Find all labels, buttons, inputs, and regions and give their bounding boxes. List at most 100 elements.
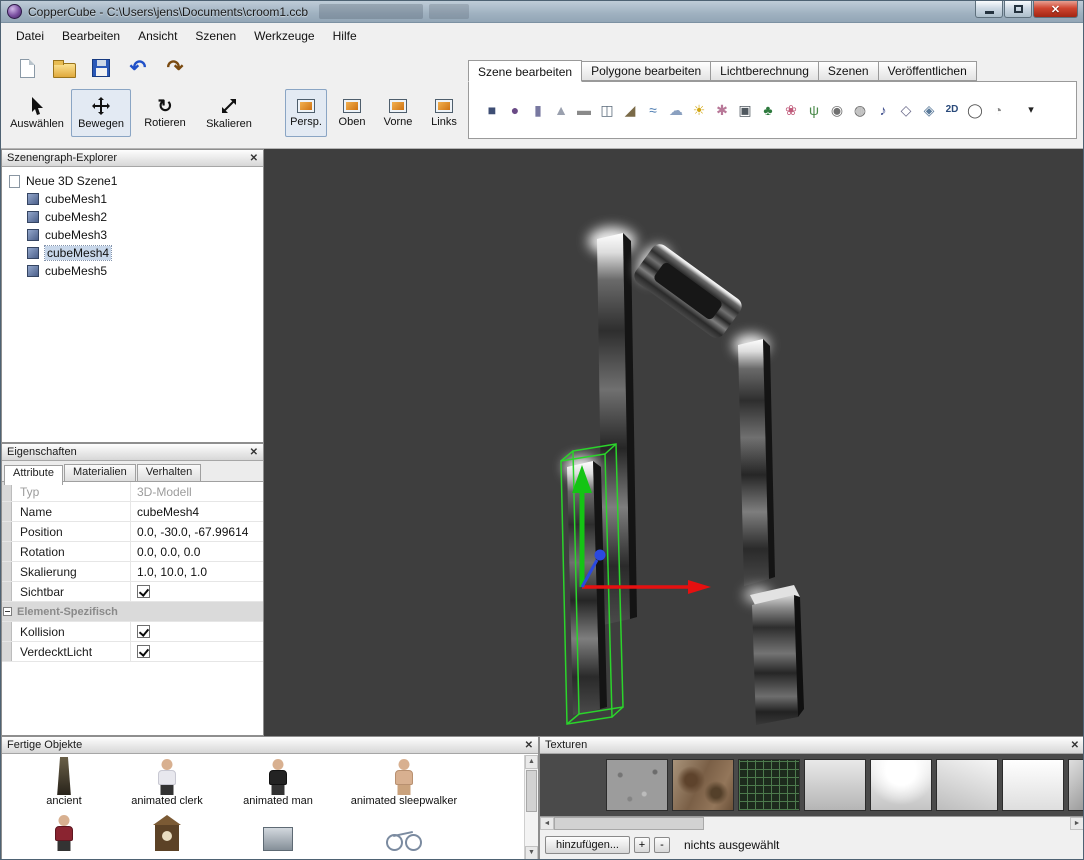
menu-bearbeiten[interactable]: Bearbeiten — [53, 26, 129, 46]
maximize-button[interactable] — [1004, 1, 1032, 18]
tree-item-cubemesh1[interactable]: cubeMesh1 — [2, 190, 263, 208]
tree-item-cubemesh5[interactable]: cubeMesh5 — [2, 262, 263, 280]
tab-szenen[interactable]: Szenen — [819, 61, 879, 81]
animated-mesh-icon[interactable]: ◉ — [829, 102, 845, 118]
textures-horizontal-scrollbar[interactable]: ◄ ► — [540, 816, 1084, 830]
close-icon[interactable]: ✕ — [525, 738, 533, 754]
more-primitives-icon[interactable]: ◔ — [990, 102, 1006, 118]
panorama-icon[interactable]: ◯ — [967, 102, 983, 118]
objects-vertical-scrollbar[interactable]: ▲ ▼ — [524, 755, 538, 860]
checkbox-checked[interactable] — [137, 645, 150, 658]
texture-thumbnail-green-grid[interactable] — [738, 759, 800, 811]
scroll-down-icon[interactable]: ▼ — [525, 846, 538, 860]
undo-button[interactable]: ↶ — [124, 54, 152, 82]
minimize-button[interactable] — [975, 1, 1003, 18]
connector-icon[interactable]: ◈ — [921, 102, 937, 118]
texture-thumbnail-gray[interactable] — [804, 759, 866, 811]
scroll-right-icon[interactable]: ► — [1070, 817, 1084, 830]
texture-thumbnail-gradient[interactable] — [1068, 759, 1084, 811]
menu-ansicht[interactable]: Ansicht — [129, 26, 186, 46]
property-group-header[interactable]: Element-Spezifisch — [2, 602, 263, 622]
cube-mesh-tilted[interactable] — [628, 238, 746, 341]
texture-thumbnail-white[interactable] — [1002, 759, 1064, 811]
tab-polygone-bearbeiten[interactable]: Polygone bearbeiten — [582, 61, 711, 81]
property-value[interactable]: cubeMesh4 — [130, 502, 263, 521]
tree-item-cubemesh4-selected[interactable]: cubeMesh4 — [2, 244, 263, 262]
tab-attribute[interactable]: Attribute — [4, 465, 63, 485]
object-item-animated-clerk[interactable]: animated clerk — [112, 757, 222, 807]
property-value[interactable]: 1.0, 10.0, 1.0 — [130, 562, 263, 581]
open-file-button[interactable] — [50, 54, 78, 82]
close-icon[interactable]: ✕ — [1071, 738, 1079, 754]
collapse-icon[interactable] — [3, 607, 12, 616]
property-value[interactable]: 0.0, 0.0, 0.0 — [130, 542, 263, 561]
cylinder-icon[interactable]: ▮ — [530, 102, 546, 118]
tree-icon[interactable]: ♣ — [760, 102, 776, 118]
select-tool-button[interactable]: Auswählen — [7, 89, 67, 137]
object-item-ancient[interactable]: ancient — [16, 757, 112, 807]
rotate-tool-button[interactable]: ↻ Rotieren — [135, 89, 195, 137]
terrain-icon[interactable]: ◢ — [622, 102, 638, 118]
close-icon[interactable]: ✕ — [250, 151, 258, 167]
texture-thumbnail-concrete[interactable] — [606, 759, 668, 811]
menu-werkzeuge[interactable]: Werkzeuge — [245, 26, 323, 46]
tab-materialien[interactable]: Materialien — [64, 464, 136, 481]
static-mesh-icon[interactable]: ◍ — [852, 102, 868, 118]
checkbox-checked[interactable] — [137, 625, 150, 638]
menu-datei[interactable]: Datei — [7, 26, 53, 46]
texture-thumbnail-rust[interactable] — [672, 759, 734, 811]
scrollbar-thumb[interactable] — [554, 817, 704, 830]
tab-veroeffentlichen[interactable]: Veröffentlichen — [879, 61, 977, 81]
view-front-button[interactable]: Vorne — [377, 89, 419, 137]
view-top-button[interactable]: Oben — [331, 89, 373, 137]
particle-system-icon[interactable]: ✱ — [714, 102, 730, 118]
object-item-clipped[interactable] — [112, 813, 222, 851]
tab-szene-bearbeiten[interactable]: Szene bearbeiten — [468, 60, 582, 82]
titlebar[interactable]: CopperCube - C:\Users\jens\Documents\cro… — [1, 1, 1083, 23]
view-perspective-button[interactable]: Persp. — [285, 89, 327, 137]
scroll-left-icon[interactable]: ◄ — [540, 817, 554, 830]
new-file-button[interactable] — [13, 54, 41, 82]
tab-verhalten[interactable]: Verhalten — [137, 464, 201, 481]
add-texture-button[interactable]: hinzufügen... — [545, 836, 630, 854]
scale-tool-button[interactable]: Skalieren — [199, 89, 259, 137]
close-icon[interactable]: ✕ — [250, 445, 258, 461]
property-value[interactable]: 0.0, -30.0, -67.99614 — [130, 522, 263, 541]
texture-thumbnail-clouds[interactable] — [870, 759, 932, 811]
scrollbar-thumb[interactable] — [526, 770, 537, 812]
tree-item-cubemesh3[interactable]: cubeMesh3 — [2, 226, 263, 244]
flower-icon[interactable]: ❀ — [783, 102, 799, 118]
view-left-button[interactable]: Links — [423, 89, 465, 137]
zoom-out-button[interactable]: - — [654, 837, 670, 853]
checkbox-checked[interactable] — [137, 585, 150, 598]
tree-root-item[interactable]: Neue 3D Szene1 — [2, 172, 263, 190]
sound-icon[interactable]: ♪ — [875, 102, 891, 118]
grass-icon[interactable]: ψ — [806, 102, 822, 118]
save-button[interactable] — [87, 54, 115, 82]
cube-mesh-box[interactable] — [752, 595, 798, 725]
redo-button[interactable]: ↷ — [161, 54, 189, 82]
gizmo-x-arrowhead[interactable] — [688, 580, 711, 594]
menu-szenen[interactable]: Szenen — [186, 26, 245, 46]
plane-icon[interactable]: ▬ — [576, 102, 592, 118]
water-icon[interactable]: ≈ — [645, 102, 661, 118]
sphere-icon[interactable]: ● — [507, 102, 523, 118]
skybox-icon[interactable]: ☁ — [668, 102, 684, 118]
close-button[interactable]: ✕ — [1033, 1, 1078, 18]
move-tool-button[interactable]: Bewegen — [71, 89, 131, 137]
viewport-3d[interactable] — [264, 149, 1084, 736]
scroll-up-icon[interactable]: ▲ — [525, 755, 538, 769]
object-item-animated-man[interactable]: animated man — [222, 757, 334, 807]
cone-icon[interactable]: ▲ — [553, 102, 569, 118]
gizmo-z-handle[interactable] — [595, 550, 606, 561]
zoom-in-button[interactable]: + — [634, 837, 650, 853]
object-item-animated-sleepwalker[interactable]: animated sleepwalker — [334, 757, 474, 807]
texture-thumbnail-clouds2[interactable] — [936, 759, 998, 811]
path-icon[interactable]: ◇ — [898, 102, 914, 118]
dropdown-arrow-icon[interactable]: ▾ — [1023, 102, 1039, 118]
tree-item-cubemesh2[interactable]: cubeMesh2 — [2, 208, 263, 226]
cube-icon[interactable]: ■ — [484, 102, 500, 118]
menu-hilfe[interactable]: Hilfe — [324, 26, 366, 46]
object-item-clipped[interactable] — [16, 813, 112, 851]
overlay-2d-icon[interactable]: 2D — [944, 102, 960, 118]
